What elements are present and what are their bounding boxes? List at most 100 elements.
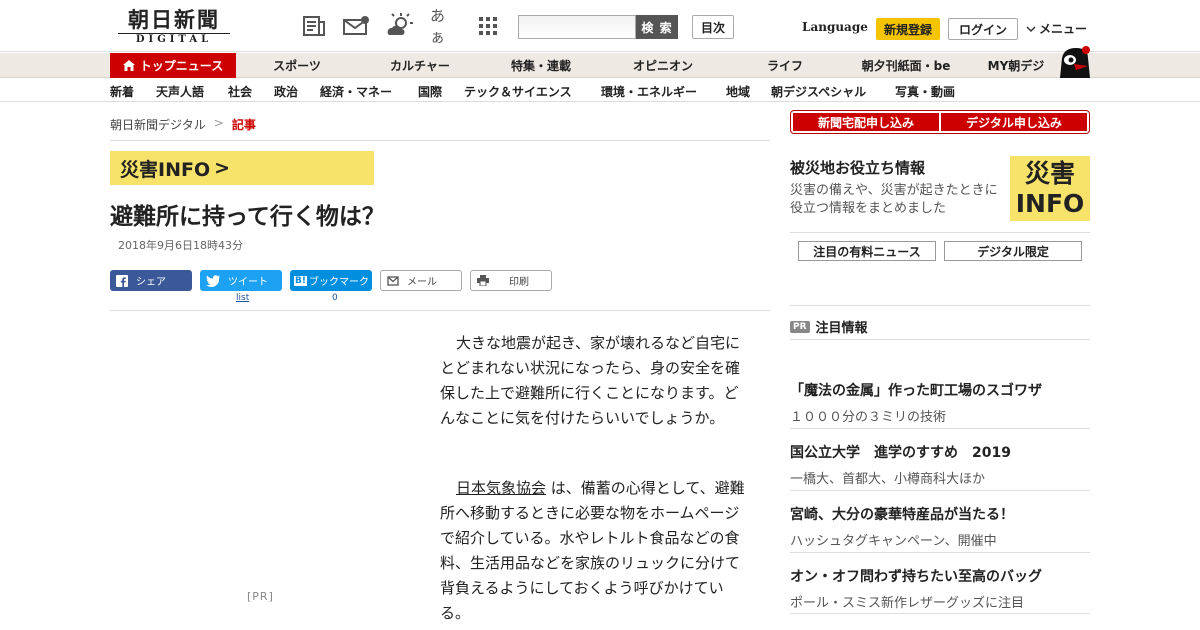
pr-item-subtitle: ハッシュタグキャンペーン、開催中	[790, 534, 997, 549]
disaster-info-banner[interactable]: 災害INFO >	[110, 151, 374, 185]
pr-item-title: 宮崎、大分の豪華特産品が当たる！	[790, 507, 1014, 523]
nav-paper[interactable]: 朝夕刊紙面・be	[852, 53, 960, 78]
weather-icon[interactable]	[386, 13, 414, 38]
signup-button[interactable]: 新規登録	[876, 18, 940, 40]
subnav-item[interactable]: 政治	[274, 83, 298, 100]
subnav-item[interactable]: 天声人語	[156, 83, 204, 100]
pr-item-title: 国公立大学 進学のすすめ 2019	[790, 445, 1011, 461]
breadcrumb: 朝日新聞デジタル > 記事	[110, 116, 256, 133]
facebook-share-button[interactable]: シェア	[110, 270, 192, 291]
mail-share-button[interactable]: メール	[380, 270, 462, 291]
sub-nav: 新着 天声人語 社会 政治 経済・マネー 国際 テック＆サイエンス 環境・エネル…	[0, 79, 1200, 102]
paid-news-button[interactable]: 注目の有料ニュース	[798, 241, 936, 261]
pr-item-subtitle: 一橋大、首都大、小樽商科大ほか	[790, 472, 986, 487]
divider	[790, 552, 1090, 553]
search-input[interactable]	[518, 15, 636, 39]
nav-sports[interactable]: スポーツ	[262, 53, 332, 78]
subnav-item[interactable]: 国際	[418, 83, 442, 100]
nav-opinion[interactable]: オピニオン	[622, 53, 704, 78]
site-header: 朝日新聞 DIGITAL あぁ 検 索 目次 Language 新規登録 ログイ…	[0, 0, 1200, 52]
pr-item[interactable]: 「魔法の金属」作った町工場のスゴワザ １０００分の３ミリの技術	[790, 380, 1090, 425]
breadcrumb-current: 記事	[231, 118, 256, 132]
jwa-link[interactable]: 日本気象協会	[456, 479, 546, 497]
pr-item[interactable]: 宮崎、大分の豪華特産品が当たる！ ハッシュタグキャンペーン、開催中	[790, 504, 1090, 549]
font-size-icon[interactable]: あぁ	[430, 7, 458, 46]
hatena-count[interactable]: 0	[332, 293, 338, 303]
chevron-right-icon: >	[214, 157, 231, 179]
mascot-icon[interactable]	[1056, 44, 1092, 78]
divider	[110, 310, 770, 311]
menu-label: メニュー	[1039, 22, 1088, 36]
newspaper-subscribe-button[interactable]: 新聞宅配申し込み	[793, 113, 939, 131]
hatena-bookmark-button[interactable]: B! ブックマーク	[290, 270, 372, 291]
nav-life[interactable]: ライフ	[756, 53, 814, 78]
subnav-item[interactable]: 経済・マネー	[320, 83, 392, 100]
subnav-item[interactable]: 新着	[110, 83, 134, 100]
nav-label: トップニュース	[139, 59, 224, 73]
disaster-info-logo[interactable]: 災害 INFO	[1010, 156, 1090, 221]
share-label: ブックマーク	[308, 277, 369, 288]
pr-item-title: オン・オフ問わず持ちたい至高のバッグ	[790, 569, 1042, 585]
share-label: シェア	[136, 277, 166, 288]
paragraph-text: は、備蓄の心得として、避難所へ移動するときに必要な物をホームページで紹介している…	[440, 479, 745, 622]
subnav-item[interactable]: 社会	[228, 83, 252, 100]
mail-icon	[387, 275, 399, 286]
pr-heading-label: 注目情報	[815, 321, 868, 336]
article-title: 避難所に持って行く物は？	[110, 204, 385, 230]
toc-button[interactable]: 目次	[692, 15, 734, 39]
login-button[interactable]: ログイン	[948, 18, 1018, 40]
article-paragraph-2: 日本気象協会 は、備蓄の心得として、避難所へ移動するときに必要な物をホームページ…	[440, 476, 750, 626]
twitter-share-button[interactable]: ツイート	[200, 270, 282, 291]
site-logo[interactable]: 朝日新聞 DIGITAL	[118, 8, 230, 46]
pr-item-title: 「魔法の金属」作った町工場のスゴワザ	[790, 383, 1042, 399]
breadcrumb-home[interactable]: 朝日新聞デジタル	[110, 116, 206, 133]
divider	[790, 232, 1090, 233]
disaster-aid-title[interactable]: 被災地お役立ち情報	[790, 157, 925, 178]
nav-top-news[interactable]: トップニュース	[110, 53, 236, 78]
subnav-item[interactable]: 写真・動画	[895, 83, 955, 100]
disaster-aid-description: 災害の備えや、災害が起きたときに役立つ情報をまとめました	[790, 183, 998, 216]
chevron-down-icon	[1026, 25, 1036, 32]
language-link[interactable]: Language	[802, 20, 868, 34]
mail-icon[interactable]	[342, 14, 370, 38]
digital-subscribe-button[interactable]: デジタル申し込み	[941, 113, 1087, 131]
divider	[110, 140, 770, 141]
menu-button[interactable]: メニュー	[1026, 20, 1087, 37]
share-label: メール	[407, 277, 437, 288]
search-button[interactable]: 検 索	[636, 15, 678, 39]
print-button[interactable]: 印刷	[470, 270, 552, 291]
main-nav: トップニュース スポーツ カルチャー 特集・連載 オピニオン ライフ 朝夕刊紙面…	[0, 53, 1200, 78]
pr-item[interactable]: 国公立大学 進学のすすめ 2019 一橋大、首都大、小樽商科大ほか	[790, 442, 1090, 487]
facebook-icon	[116, 274, 128, 287]
print-icon	[477, 275, 489, 286]
twitter-icon	[206, 274, 220, 287]
pr-item-subtitle: １０００分の３ミリの技術	[790, 410, 947, 425]
subnav-item[interactable]: 地域	[726, 83, 750, 100]
nav-features[interactable]: 特集・連載	[500, 53, 582, 78]
breadcrumb-separator: >	[213, 116, 224, 130]
grid-icon[interactable]	[474, 14, 502, 38]
logo-bottom: INFO	[1015, 189, 1085, 218]
hatena-icon: B!	[294, 275, 307, 286]
divider	[790, 305, 1090, 306]
pr-section-heading: PR 注目情報	[790, 317, 868, 336]
article-date: 2018年9月6日18時43分	[118, 239, 243, 252]
digital-only-button[interactable]: デジタル限定	[944, 241, 1082, 261]
pr-item-subtitle: ポール・スミス新作レザーグッズに注目	[790, 596, 1025, 611]
article-paragraph-1: 大きな地震が起き、家が壊れるなど自宅にとどまれない状況になったら、身の安全を確保…	[440, 334, 741, 427]
home-icon	[122, 60, 135, 71]
subnav-item[interactable]: 朝デジスペシャル	[771, 83, 866, 100]
newspaper-icon[interactable]	[300, 14, 328, 38]
subnav-item[interactable]: テック＆サイエンス	[464, 83, 572, 100]
pr-item[interactable]: オン・オフ問わず持ちたい至高のバッグ ポール・スミス新作レザーグッズに注目	[790, 566, 1090, 611]
twitter-count-link[interactable]: list	[236, 293, 249, 303]
subscription-buttons: 新聞宅配申し込み デジタル申し込み	[790, 110, 1090, 134]
nav-culture[interactable]: カルチャー	[380, 53, 460, 78]
subnav-item[interactable]: 環境・エネルギー	[601, 83, 697, 100]
divider	[790, 613, 1090, 614]
logo-en: DIGITAL	[118, 33, 230, 45]
logo-top: 災害	[1024, 159, 1075, 188]
nav-my-asadigi[interactable]: MY朝デジ	[982, 53, 1050, 78]
divider	[790, 428, 1090, 429]
divider	[790, 490, 1090, 491]
